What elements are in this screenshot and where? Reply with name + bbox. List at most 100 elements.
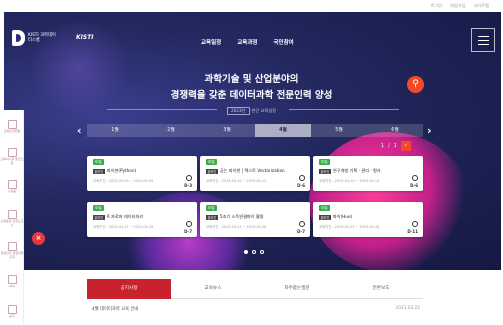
- signup-link[interactable]: 회원가입: [450, 3, 465, 9]
- logo-mark-icon: [12, 30, 25, 46]
- quick-menu-item[interactable]: 교육이수증 발급신청: [0, 148, 24, 165]
- quick-menu-item[interactable]: 수료증: [0, 180, 24, 194]
- pager-total: 1: [393, 143, 397, 149]
- bookmark-icon: [299, 175, 305, 181]
- notice-list-item[interactable]: 4월 데이터과학 교육 안내 2023.03.22: [92, 306, 420, 312]
- notice-icon: [7, 305, 17, 314]
- month-tab-active[interactable]: 4월: [255, 124, 311, 137]
- quick-menu-item[interactable]: Q&A: [0, 275, 24, 289]
- nav-item-participation[interactable]: 국민참여: [274, 38, 294, 46]
- site-logo[interactable]: KISTI 과학데이터스쿨: [12, 30, 58, 46]
- d-day-count: D-11: [407, 229, 418, 234]
- carousel-dot[interactable]: [244, 250, 248, 254]
- bookmark-icon: [412, 221, 418, 227]
- hero-headline: 과학기술 및 산업분야의 경쟁력을 갖춘 데이터과학 전문인력 양성: [170, 74, 333, 101]
- course-mode-badge: 온라인: [206, 214, 218, 220]
- bookmark-icon: [186, 221, 192, 227]
- quick-menu-sidebar: 교육신청현황 교육이수증 발급신청 수료증 교육종합 만족도조사 경험관리 경험…: [0, 110, 24, 325]
- notice-date: 2023.03.22: [395, 306, 420, 311]
- search-button[interactable]: ⚲: [407, 76, 424, 93]
- course-card[interactable]: 모집 온라인 공는 파이썬 | 텍스트 Vectorization 교육기간 : …: [200, 156, 310, 191]
- course-card[interactable]: 모집 온라인 연구개발 기획 · 관리 · 평가 교육기간 : 2023-04-1…: [313, 156, 423, 191]
- course-title: 온라인 5조기 소득연결파이 활용: [206, 214, 264, 220]
- quick-menu-item[interactable]: 교육신청현황: [0, 120, 24, 134]
- carousel-dots: [244, 250, 264, 254]
- quick-menu-item[interactable]: 공지: [0, 305, 24, 319]
- course-card[interactable]: 모집 온라인 파이썬(Python) 교육기간 : 2023-04-03 ~ 20…: [87, 156, 197, 191]
- d-day-count: D-3: [184, 183, 192, 188]
- tab-press[interactable]: 언론보도: [339, 279, 423, 299]
- bookmark-icon: [186, 175, 192, 181]
- d-day-count: D-7: [297, 229, 305, 234]
- carousel-dot[interactable]: [252, 250, 256, 254]
- hamburger-icon: [478, 36, 489, 38]
- divider: [289, 109, 399, 110]
- course-mode-badge: 온라인: [206, 168, 218, 174]
- bookmark-icon: [412, 175, 418, 181]
- course-date: 교육기간 : 2023-04-10 ~ 2023-04-12: [206, 179, 267, 183]
- login-link[interactable]: 로그인: [431, 3, 443, 9]
- pager-current: 1: [381, 143, 385, 149]
- chevron-left-icon[interactable]: ‹: [77, 124, 82, 137]
- course-card[interactable]: 모집 온라인 5조기 소득연결파이 활용 교육기간 : 2023-04-24 ~ …: [200, 202, 310, 237]
- tab-notice[interactable]: 공지사항: [87, 279, 171, 299]
- tab-news[interactable]: 교육뉴스: [171, 279, 255, 299]
- month-tab[interactable]: 2월: [143, 124, 199, 137]
- top-utility-bar: 로그인 회원가입 사이트맵: [0, 0, 503, 12]
- status-badge: 모집: [206, 159, 217, 165]
- status-badge: 모집: [93, 159, 104, 165]
- month-tab[interactable]: 5월: [311, 124, 367, 137]
- chat-icon: [7, 275, 17, 284]
- month-tab[interactable]: 6월: [367, 124, 423, 137]
- course-card[interactable]: 모집 온라인 파이(Hue) 교육기간 : 2023-04-24 ~ 2023-0…: [313, 202, 423, 237]
- course-date: 교육기간 : 2023-04-03 ~ 2023-04-05: [93, 179, 154, 183]
- course-date: 교육기간 : 2023-04-17 ~ 2023-04-19: [93, 225, 154, 229]
- course-mode-badge: 온라인: [93, 168, 105, 174]
- course-date: 교육기간 : 2023-04-10 ~ 2023-04-14: [319, 179, 380, 183]
- survey-icon: [7, 210, 17, 219]
- hamburger-menu-button[interactable]: [471, 28, 495, 52]
- notice-title: 4월 데이터과학 교육 안내: [92, 307, 139, 312]
- bookmark-icon: [299, 221, 305, 227]
- quick-menu-item[interactable]: 경험관리 경험과정조회: [0, 242, 24, 259]
- status-badge: 모집: [319, 205, 330, 211]
- quick-menu-item[interactable]: 교육종합 만족도조사: [0, 210, 24, 227]
- status-badge: 모집: [93, 205, 104, 211]
- pager-separator: /: [388, 143, 390, 149]
- utility-links: 로그인 회원가입 사이트맵: [431, 3, 489, 9]
- carousel-dot[interactable]: [260, 250, 264, 254]
- hero-subline: 2023년 연간 교육일정: [0, 107, 503, 115]
- course-title: 온라인 파이(Hue): [319, 214, 353, 220]
- pager-next-button[interactable]: ›: [400, 141, 411, 151]
- year-badge[interactable]: 2023년: [227, 107, 250, 115]
- status-badge: 모집: [319, 159, 330, 165]
- card-pager: 1 / 1 ›: [381, 141, 411, 151]
- course-title: 온라인 파이썬(Python): [93, 168, 137, 174]
- d-day-count: D-7: [184, 229, 192, 234]
- course-title: 온라인 공는 파이썬 | 텍스트 Vectorization: [206, 168, 285, 174]
- search-icon: ⚲: [412, 79, 419, 89]
- d-day-count: D-6: [297, 183, 305, 188]
- course-date: 교육기간 : 2023-04-24 ~ 2023-04-28: [319, 225, 380, 229]
- divider: [107, 109, 217, 110]
- course-card[interactable]: 모집 온라인 R 자료머 데이터처리 교육기간 : 2023-04-17 ~ 20…: [87, 202, 197, 237]
- certificate-icon: [7, 180, 17, 189]
- board-tabs: 공지사항 교육뉴스 자주묻는질문 언론보도: [87, 279, 423, 299]
- sitemap-link[interactable]: 사이트맵: [474, 3, 489, 9]
- chevron-right-icon[interactable]: ›: [427, 124, 432, 137]
- logo-text: KISTI 과학데이터스쿨: [28, 33, 56, 43]
- course-mode-badge: 온라인: [319, 214, 331, 220]
- hamburger-icon: [478, 44, 489, 46]
- sidebar-close-button[interactable]: ×: [32, 232, 45, 245]
- month-tab[interactable]: 1월: [87, 124, 143, 137]
- tab-faq[interactable]: 자주묻는질문: [255, 279, 339, 299]
- pencil-icon: [7, 120, 17, 129]
- nav-item-schedule[interactable]: 교육일정: [201, 38, 221, 46]
- course-date: 교육기간 : 2023-04-24 ~ 2023-04-26: [206, 225, 267, 229]
- d-day-count: D-6: [410, 183, 418, 188]
- document-icon: [7, 148, 17, 157]
- month-tab[interactable]: 3월: [199, 124, 255, 137]
- status-badge: 모집: [206, 205, 217, 211]
- nav-item-courses[interactable]: 교육과정: [237, 38, 257, 46]
- course-mode-badge: 온라인: [319, 168, 331, 174]
